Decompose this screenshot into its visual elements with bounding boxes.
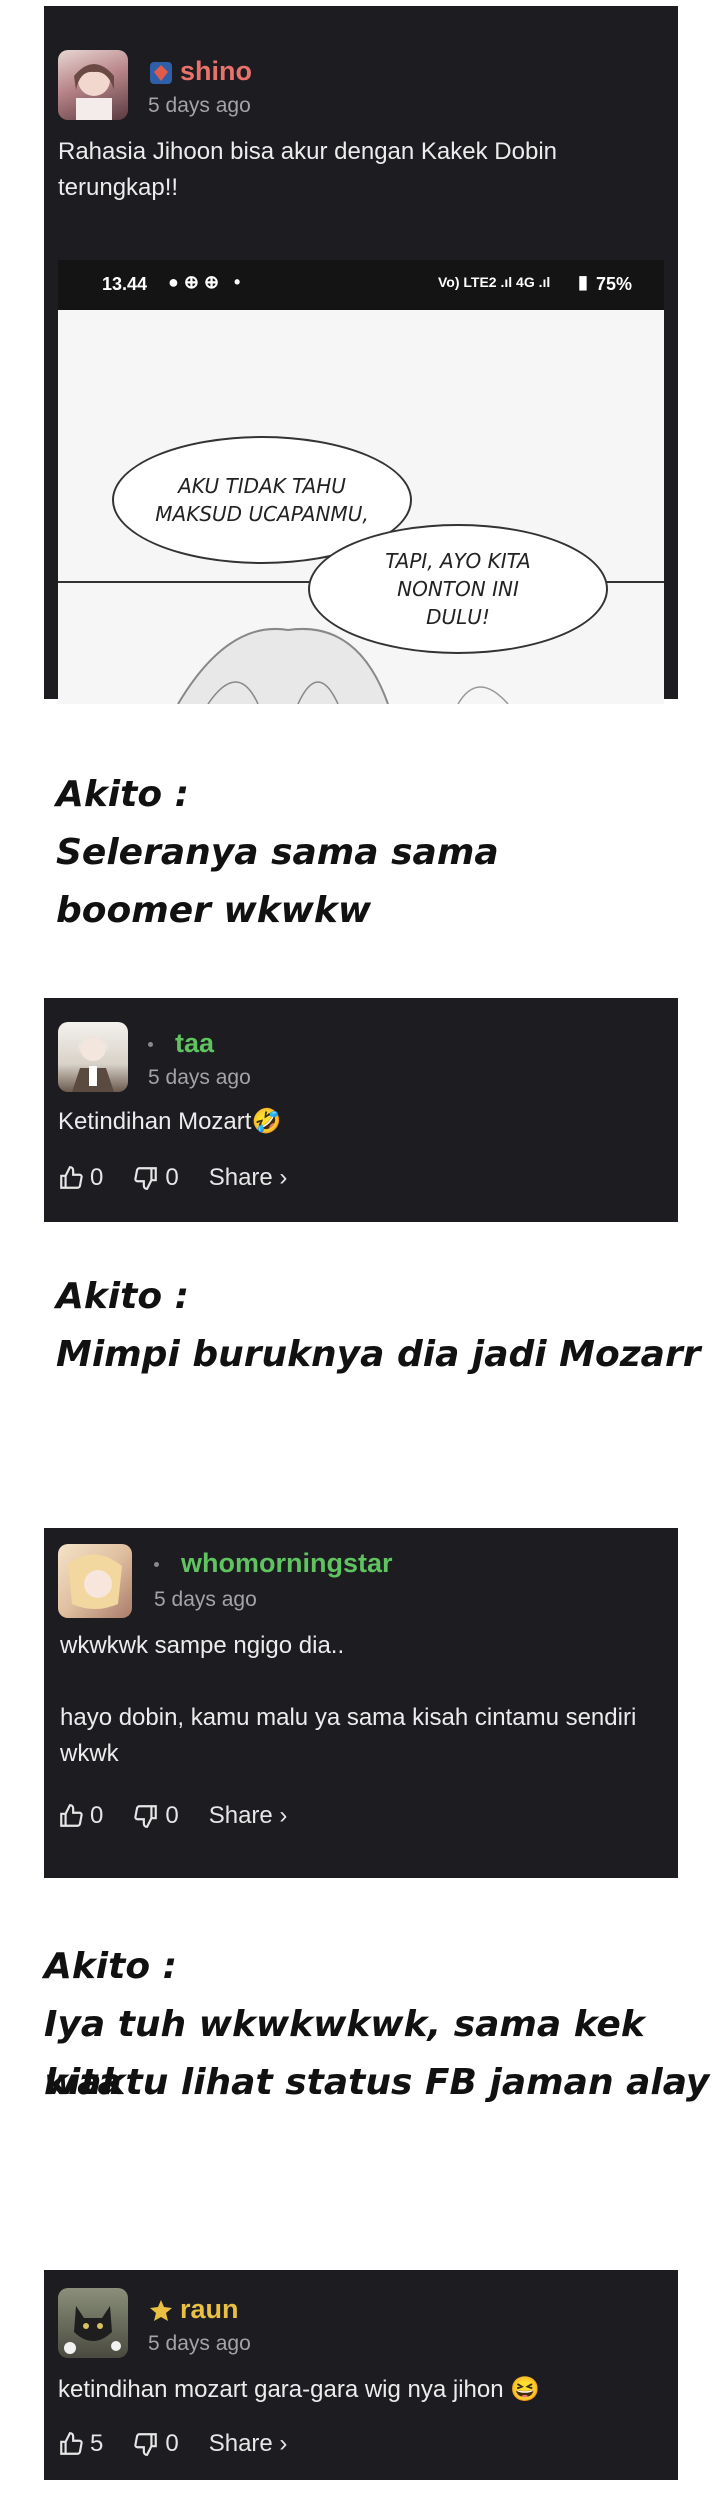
like-count: 0: [90, 1802, 104, 1829]
like-count: 5: [90, 2430, 104, 2457]
share-link[interactable]: Share ›: [209, 2430, 288, 2458]
attached-screenshot[interactable]: 13.44 ● ⊕ ⊕ • Vo) LTE2 .ıl 4G .ıl ▮ 75% …: [58, 260, 664, 704]
timestamp: 5 days ago: [148, 2332, 251, 2355]
dislike-button[interactable]: 0: [133, 1802, 179, 1830]
blue-gem-icon: [150, 61, 172, 84]
like-button[interactable]: 0: [58, 1802, 103, 1830]
comment-card: taa 5 days ago Ketindihan Mozart🤣 0 0 Sh…: [44, 998, 678, 1222]
timestamp: 5 days ago: [148, 1066, 251, 1089]
thumbs-down-icon: [134, 2433, 158, 2456]
timestamp: 5 days ago: [148, 94, 251, 117]
comment-actions: 0 0 Share ›: [58, 1164, 287, 1192]
thumbs-up-icon: [60, 1804, 83, 1827]
avatar[interactable]: [58, 1544, 132, 1618]
username[interactable]: shino: [148, 56, 252, 87]
thumbs-up-icon: [60, 2432, 83, 2455]
comment-text: Ketindihan Mozart🤣: [58, 1108, 282, 1135]
caption-author: Akito :: [44, 1946, 178, 1987]
comment-actions: 0 0 Share ›: [58, 1802, 287, 1830]
thumbs-down-icon: [134, 1805, 158, 1828]
username-text[interactable]: taa: [175, 1028, 214, 1058]
gold-badge-icon: [150, 2299, 172, 2321]
caption-author: Akito :: [56, 774, 190, 815]
caption-line: waktu lihat status FB jaman alay: [44, 2062, 710, 2103]
avatar[interactable]: [58, 2288, 128, 2358]
username[interactable]: whomorningstar: [154, 1548, 393, 1579]
comment-text: Rahasia Jihoon bisa akur dengan Kakek Do…: [58, 138, 557, 201]
dislike-count: 0: [165, 1802, 179, 1829]
comment-actions: 5 0 Share ›: [58, 2430, 287, 2458]
share-link[interactable]: Share ›: [209, 1802, 288, 1830]
avatar[interactable]: [58, 50, 128, 120]
timestamp: 5 days ago: [154, 1588, 257, 1611]
username-text[interactable]: shino: [180, 56, 252, 86]
like-button[interactable]: 0: [58, 1164, 103, 1192]
like-count: 0: [90, 1164, 104, 1191]
like-button[interactable]: 5: [58, 2430, 103, 2458]
speech-bubble-2: TAPI, AYO KITA NONTON INI DULU!: [308, 524, 608, 654]
dislike-button[interactable]: 0: [133, 1164, 179, 1192]
thumbs-down-icon: [134, 1167, 158, 1190]
dislike-count: 0: [165, 2430, 179, 2457]
caption-line: boomer wkwkw: [56, 890, 372, 931]
caption-author: Akito :: [56, 1276, 190, 1317]
thumbs-up-icon: [60, 1166, 83, 1189]
dislike-button[interactable]: 0: [133, 2430, 179, 2458]
comment-card: shino 5 days ago Rahasia Jihoon bisa aku…: [44, 6, 678, 704]
comment-card: raun 5 days ago ketindihan mozart gara-g…: [44, 2270, 678, 2480]
caption-line: Mimpi buruknya dia jadi Mozarr: [56, 1334, 701, 1375]
dot-icon: [154, 1562, 159, 1568]
username-text[interactable]: raun: [180, 2294, 239, 2324]
dot-icon: [148, 1042, 153, 1048]
avatar[interactable]: [58, 1022, 128, 1092]
share-link[interactable]: Share ›: [209, 1164, 288, 1192]
caption-line: Seleranya sama sama: [56, 832, 499, 873]
comment-text: ketindihan mozart gara-gara wig nya jiho…: [58, 2376, 541, 2403]
username[interactable]: raun: [148, 2294, 239, 2325]
dislike-count: 0: [165, 1164, 179, 1191]
comment-card: whomorningstar 5 days ago wkwkwk sampe n…: [44, 1528, 678, 1878]
comment-text: wkwkwk sampe ngigo dia.. hayo dobin, kam…: [60, 1632, 637, 1767]
username[interactable]: taa: [148, 1028, 214, 1059]
username-text[interactable]: whomorningstar: [181, 1548, 393, 1578]
